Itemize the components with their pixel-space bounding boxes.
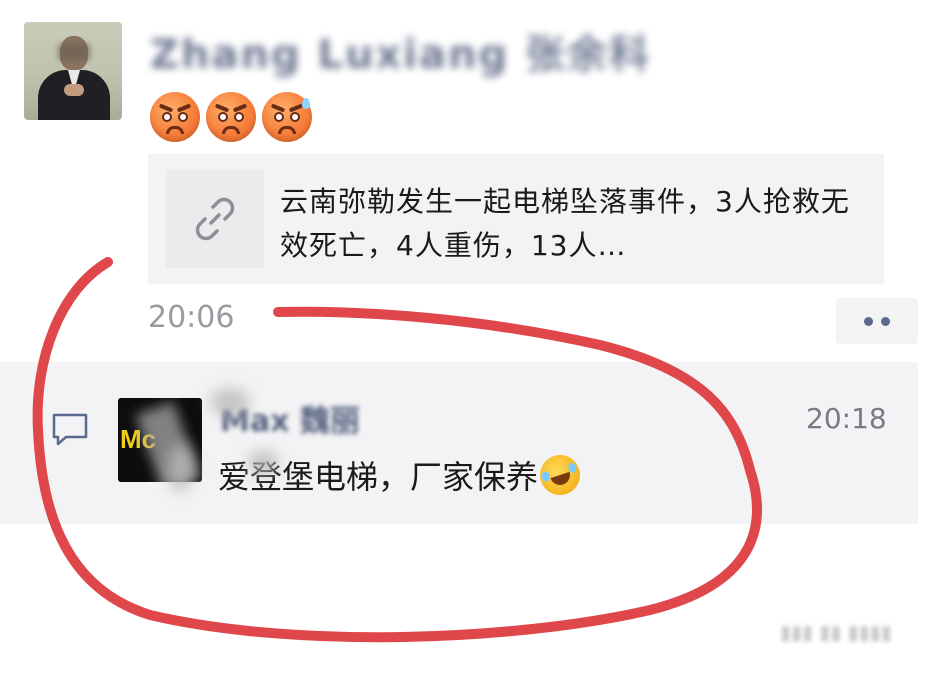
comment-timestamp: 20:18 [806, 402, 887, 435]
post-timestamp: 20:06 [148, 300, 235, 335]
comment-icon [52, 413, 88, 446]
worried-sweat-face-emoji [262, 92, 312, 142]
author-avatar[interactable] [24, 22, 122, 120]
link-title[interactable]: 云南弥勒发生一起电梯坠落事件，3人抢救无效死亡，4人重伤，13人… [280, 180, 870, 268]
worried-face-emoji [150, 92, 200, 142]
face-with-tears-of-joy-emoji [534, 449, 586, 501]
annotation-circle [32, 257, 762, 643]
more-actions-button[interactable] [836, 298, 918, 344]
watermark: ▮▮▮ ▮▮ ▮▮▮▮ [780, 620, 892, 644]
post-emoji-row [150, 92, 312, 142]
dot-icon [881, 316, 890, 326]
privacy-blur [248, 450, 278, 476]
author-name[interactable]: Zhang Luxiang 张余科 [150, 22, 649, 78]
privacy-blur [168, 444, 194, 492]
worried-face-emoji [206, 92, 256, 142]
privacy-blur [210, 388, 250, 416]
link-thumbnail [166, 170, 264, 268]
shared-link-card[interactable]: 云南弥勒发生一起电梯坠落事件，3人抢救无效死亡，4人重伤，13人… [148, 154, 884, 284]
dot-icon [864, 316, 873, 326]
link-icon [195, 197, 235, 241]
